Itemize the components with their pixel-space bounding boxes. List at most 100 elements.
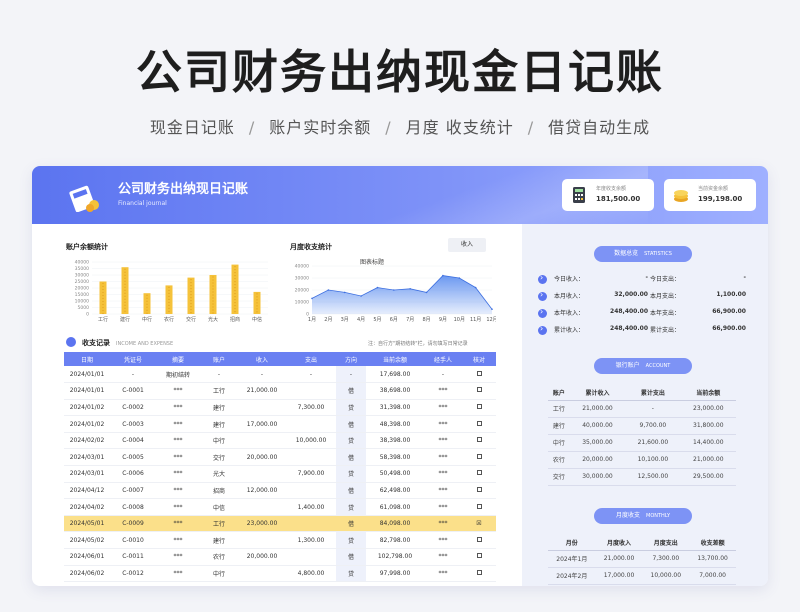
ledger-cell xyxy=(462,498,496,516)
table-row[interactable]: 2024/01/01 C-0001 *** 工行 21,000.00 借 38,698.00… xyxy=(64,382,496,400)
check-box[interactable] xyxy=(476,370,482,376)
ledger-cell xyxy=(462,482,496,500)
bar-texture-dot xyxy=(124,292,126,294)
account-header-cell: 累计收入 xyxy=(569,386,626,401)
bar-texture-dot xyxy=(124,286,126,288)
table-row[interactable]: 2024/05/01 C-0009 *** 工行 23,000.00 借 84,098.00… xyxy=(64,515,496,533)
x-tick-label: 8月 xyxy=(422,317,430,323)
bar-texture-dot xyxy=(234,305,236,307)
ledger-cell: 工行 xyxy=(200,515,238,533)
ledger-cell: *** xyxy=(156,432,200,450)
bar-texture-dot xyxy=(212,309,214,311)
table-row[interactable]: 工行 21,000.00-23,000.00 xyxy=(548,400,736,418)
bar-texture-dot xyxy=(190,291,192,293)
check-box[interactable]: ☒ xyxy=(476,520,481,527)
monthly-cell: 2024年1月 xyxy=(548,550,596,568)
ledger-header-cell: 方向 xyxy=(336,352,366,366)
statistics-pill[interactable]: 数据总览 STATISTICS xyxy=(594,246,692,262)
table-row[interactable]: 交行 30,000.00 12,500.00 29,500.00 xyxy=(548,468,736,486)
x-tick-label: 中行 xyxy=(142,316,152,323)
check-box[interactable] xyxy=(476,437,482,443)
ledger-cell: 2024/05/01 xyxy=(64,515,110,533)
table-row[interactable]: 2024/01/02 C-0002 *** 建行 7,300.00 贷 31,398.00 *… xyxy=(64,399,496,417)
x-tick-label: 中信 xyxy=(252,316,262,323)
table-row[interactable]: 农行 20,000.00 10,100.00 21,000.00 xyxy=(548,451,736,469)
data-point xyxy=(409,288,411,290)
bar-texture-dot xyxy=(212,276,214,278)
check-box[interactable] xyxy=(476,503,482,509)
check-box[interactable] xyxy=(476,403,482,409)
monthly-income-chart: 图表标题4000030000200001000001月 2月 3月 4月 5月 6月 7月 8… xyxy=(295,258,496,323)
ledger-cell xyxy=(462,382,496,400)
account-cell: 工行 xyxy=(548,400,570,418)
monthly-pill[interactable]: 月度收支 MONTHLY xyxy=(594,508,692,524)
ledger-cell: 交行 xyxy=(200,448,238,467)
table-row[interactable]: 2024/03/01 C-0006 *** 光大 7,900.00 贷 50,498.00 *… xyxy=(64,465,496,483)
bar-texture-dot xyxy=(124,277,126,279)
bar-texture-dot xyxy=(212,303,214,305)
table-row[interactable]: 中行 35,000.00 21,600.00 14,400.00 xyxy=(548,434,736,452)
ledger-cell xyxy=(462,366,496,384)
ledger-cell: 2024/06/01 xyxy=(64,548,110,566)
income-button[interactable]: 收入 xyxy=(448,238,486,252)
check-box[interactable] xyxy=(476,486,482,492)
bar-texture-dot xyxy=(102,285,104,288)
bar-texture-dot xyxy=(102,291,104,294)
table-row[interactable]: 2024/03/01 C-0005 *** 交行 20,000.00 借 58,398.00… xyxy=(64,448,496,467)
bar-texture-dot xyxy=(146,309,148,311)
ledger-cell xyxy=(462,465,496,483)
stat-label: 本年支出： xyxy=(650,310,681,317)
check-box[interactable] xyxy=(476,387,482,393)
bar-texture-dot xyxy=(102,309,104,312)
check-box[interactable] xyxy=(476,536,482,542)
stat-value: 248,400.00 xyxy=(610,308,648,315)
ledger-cell: - xyxy=(238,366,286,384)
account-cell: 12,500.00 xyxy=(625,468,681,486)
year-balance-label: 年度收支余额 xyxy=(596,186,627,192)
bar-texture-dot xyxy=(124,304,126,306)
table-row[interactable]: 2024/06/02 C-0012 *** 中行 4,800.00 贷 97,998.00 *… xyxy=(64,565,496,583)
table-row[interactable]: 2024/06/01 C-0011 *** 农行 20,000.00 借 102,798.0… xyxy=(64,548,496,566)
table-row[interactable]: 2024年2月 17,000.00 10,000.00 7,000.00 xyxy=(548,567,736,585)
arrow-icon xyxy=(538,307,547,318)
current-balance-label: 当前资金余额 xyxy=(698,186,729,192)
ledger-cell: 建行 xyxy=(200,415,238,433)
table-row[interactable]: 2024/01/01- 期初结转 - - - -17,698.00- xyxy=(64,366,496,384)
bar-texture-dot xyxy=(190,297,192,299)
bar-texture-dot xyxy=(256,302,258,304)
stat-value: - xyxy=(743,274,747,281)
monthly-header-cell: 月度收入 xyxy=(595,536,643,551)
ledger-cell xyxy=(286,482,336,500)
ledger-cell: *** xyxy=(156,565,200,583)
check-box[interactable] xyxy=(476,470,482,476)
ledger-header-cell: 支出 xyxy=(286,352,336,366)
x-tick-label: 交行 xyxy=(186,316,196,323)
bar-texture-dot xyxy=(234,311,236,313)
table-row[interactable]: 2024/05/02 C-0010 *** 建行 1,300.00 贷 82,798.00 *… xyxy=(64,531,496,550)
table-row[interactable]: 建行 40,000.00 9,700.00 31,800.00 xyxy=(548,417,736,435)
ledger-icon xyxy=(66,337,76,347)
check-box[interactable] xyxy=(476,569,482,575)
check-box[interactable] xyxy=(476,420,482,426)
bar-texture-dot xyxy=(168,292,170,294)
table-row[interactable]: 2024/04/12 C-0007 *** 招商 12,000.00 借 62,498.00… xyxy=(64,482,496,500)
table-row[interactable]: 2024年1月 21,000.00 7,300.00 13,700.00 xyxy=(548,550,736,568)
bar-texture-dot xyxy=(234,293,236,295)
data-point xyxy=(311,297,313,300)
check-box[interactable] xyxy=(476,453,482,459)
ledger-cell: 2024/01/01 xyxy=(64,366,110,384)
ledger-cell: C-0011 xyxy=(110,548,156,566)
ledger-cell: *** xyxy=(424,432,462,450)
ledger-cell: *** xyxy=(156,465,200,483)
ledger-cell: - xyxy=(110,366,156,384)
table-row[interactable]: 2024/01/02 C-0003 *** 建行 17,000.00 借 48,398.00… xyxy=(64,415,496,433)
account-pill[interactable]: 银行账户 ACCOUNT xyxy=(594,358,692,374)
table-row[interactable]: 2024/04/02 C-0008 *** 中信 1,400.00 贷 61,098.00 *… xyxy=(64,498,496,516)
account-cell: 35,000.00 xyxy=(569,434,626,452)
table-row[interactable]: 2024/02/02 C-0004 *** 中行 10,000.00 贷 38,398.00… xyxy=(64,432,496,450)
stat-value: - xyxy=(645,274,649,281)
account-cell: - xyxy=(625,400,681,418)
ledger-cell: 7,300.00 xyxy=(286,399,336,417)
check-box[interactable] xyxy=(476,553,482,559)
monthly-cell: 10,000.00 xyxy=(642,567,690,585)
